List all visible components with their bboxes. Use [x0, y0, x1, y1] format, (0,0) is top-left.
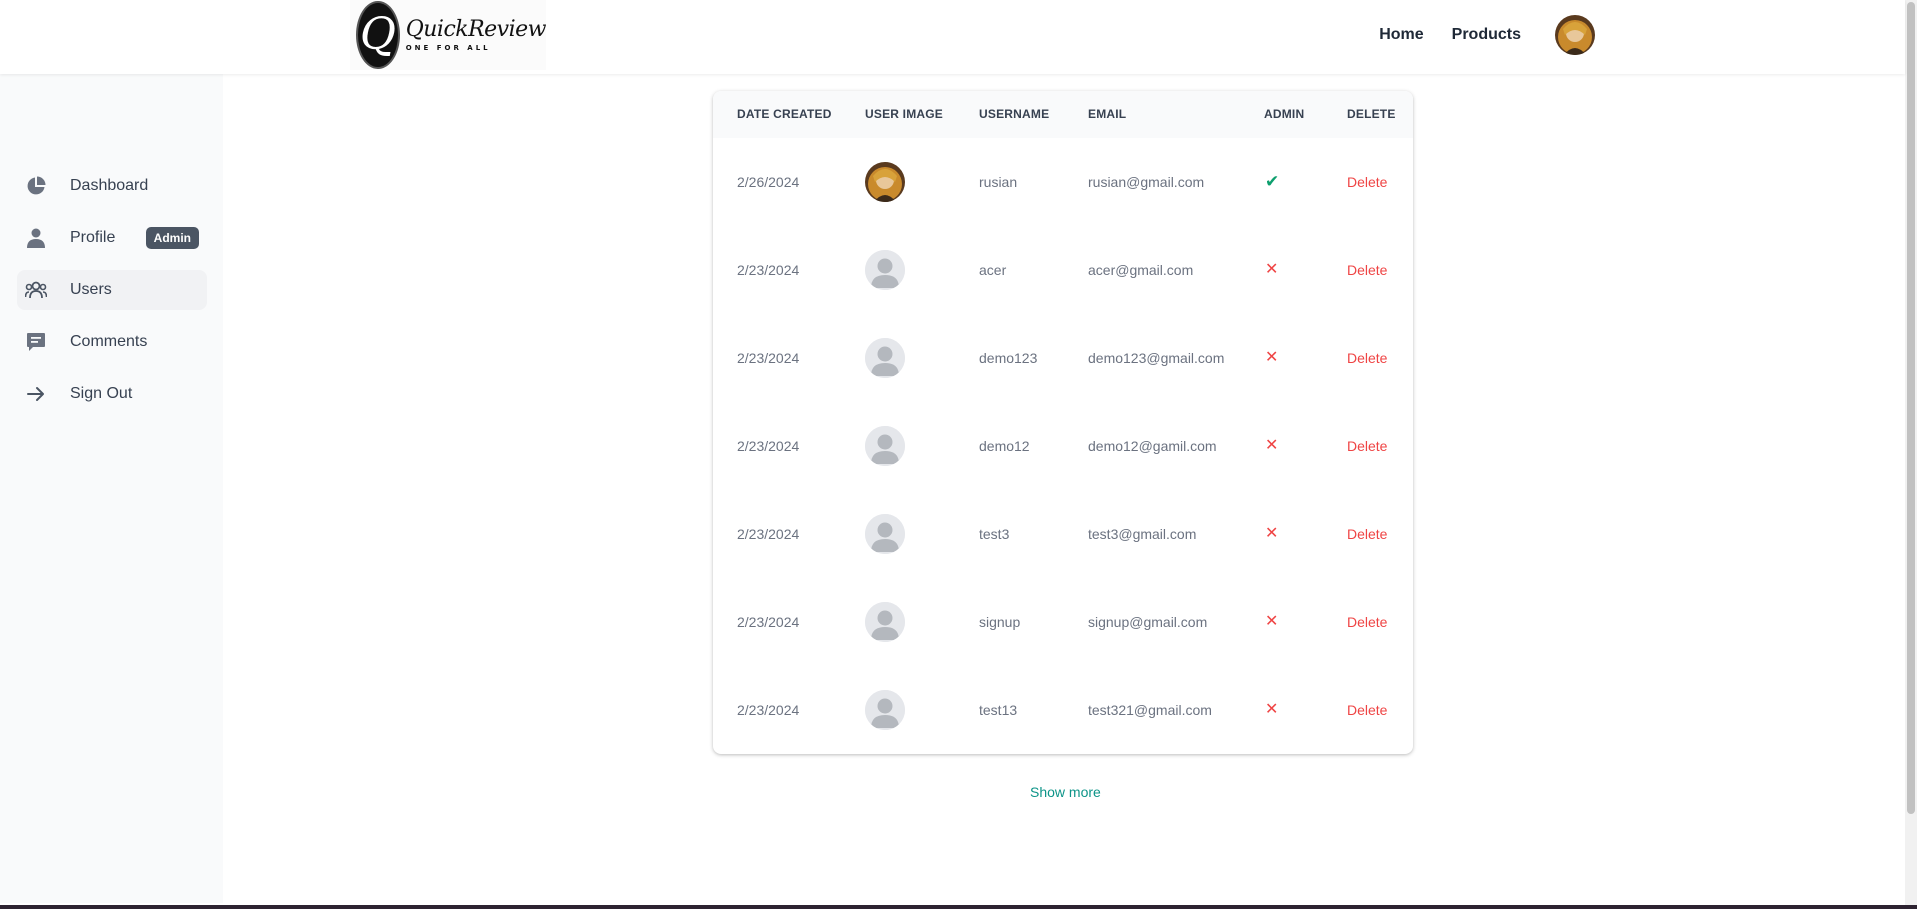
- delete-user-button[interactable]: Delete: [1347, 666, 1387, 754]
- email-cell: acer@gmail.com: [1088, 262, 1194, 278]
- delete-user-button[interactable]: Delete: [1347, 490, 1387, 578]
- date-created-cell: 2/23/2024: [737, 614, 800, 630]
- email-cell: demo123@gmail.com: [1088, 350, 1225, 366]
- table-row: 2/23/2024 acer acer@gmail.com ✕ Delete: [713, 226, 1413, 314]
- nav-home-link[interactable]: Home: [1379, 26, 1423, 44]
- user-avatar-button[interactable]: [1555, 15, 1595, 55]
- sidebar-item-label: Sign Out: [70, 385, 133, 402]
- delete-user-button[interactable]: Delete: [1347, 138, 1387, 226]
- date-created-cell: 2/23/2024: [737, 350, 800, 366]
- comment-icon: [25, 331, 47, 353]
- column-header-email: EMAIL: [1088, 107, 1127, 121]
- users-icon: [25, 279, 47, 301]
- sidebar-item-users[interactable]: Users: [17, 270, 207, 310]
- admin-cross-icon: ✕: [1265, 701, 1279, 718]
- sidebar-item-profile[interactable]: Profile Admin: [17, 218, 207, 258]
- default-avatar-icon: [865, 250, 905, 290]
- username-cell: rusian: [979, 174, 1018, 190]
- username-cell: test3: [979, 526, 1010, 542]
- delete-user-button[interactable]: Delete: [1347, 314, 1387, 402]
- table-row: 2/23/2024 signup signup@gmail.com ✕ Delete: [713, 578, 1413, 666]
- page-scrollbar[interactable]: [1905, 0, 1917, 905]
- date-created-cell: 2/23/2024: [737, 526, 800, 542]
- column-header-delete: DELETE: [1347, 107, 1396, 121]
- admin-badge: Admin: [145, 227, 199, 249]
- username-cell: demo12: [979, 438, 1030, 454]
- table-header: DATE CREATED USER IMAGE USERNAME EMAIL A…: [713, 91, 1413, 138]
- table-body: 2/26/2024 rusian rusian@gmail.com ✔ Delete 2/…: [713, 138, 1413, 754]
- sidebar-item-label: Users: [70, 281, 112, 298]
- main-nav: Home Products: [1351, 0, 1595, 70]
- logo-name: QuickReview: [405, 17, 547, 43]
- table-row: 2/23/2024 demo123 demo123@gmail.com ✕ Delete: [713, 314, 1413, 402]
- admin-cross-icon: ✕: [1265, 525, 1279, 542]
- email-cell: test321@gmail.com: [1088, 702, 1212, 718]
- site-logo[interactable]: Q QuickReview ONE FOR ALL: [350, 0, 547, 70]
- logo-badge: Q: [356, 1, 400, 69]
- user-image-cell: [865, 690, 905, 730]
- sidebar-item-sign-out[interactable]: Sign Out: [17, 374, 207, 414]
- username-cell: test13: [979, 702, 1018, 718]
- sidebar: Dashboard Profile Admin Users Comments S…: [0, 74, 223, 903]
- admin-check-icon: ✔: [1265, 172, 1280, 191]
- user-image-cell: [865, 250, 905, 290]
- sidebar-item-comments[interactable]: Comments: [17, 322, 207, 362]
- username-cell: acer: [979, 262, 1007, 278]
- column-header-user-image: USER IMAGE: [865, 107, 944, 121]
- sidebar-item-dashboard[interactable]: Dashboard: [17, 166, 207, 206]
- user-image-cell: [865, 162, 905, 202]
- date-created-cell: 2/26/2024: [737, 174, 800, 190]
- sidebar-item-label: Profile: [70, 229, 116, 246]
- default-avatar-icon: [865, 690, 905, 730]
- username-cell: demo123: [979, 350, 1038, 366]
- admin-cross-icon: ✕: [1265, 261, 1279, 278]
- delete-user-button[interactable]: Delete: [1347, 226, 1387, 314]
- bottom-edge: [0, 905, 1917, 909]
- table-row: 2/23/2024 demo12 demo12@gamil.com ✕ Delete: [713, 402, 1413, 490]
- admin-cross-icon: ✕: [1265, 613, 1279, 630]
- nav-products-link[interactable]: Products: [1452, 26, 1521, 44]
- scrollbar-thumb[interactable]: [1907, 2, 1915, 814]
- logo-letter: Q: [359, 9, 396, 60]
- column-header-username: USERNAME: [979, 107, 1050, 121]
- email-cell: rusian@gmail.com: [1088, 174, 1205, 190]
- column-header-date: DATE CREATED: [737, 107, 832, 121]
- user-icon: [25, 227, 47, 249]
- pie-chart-icon: [25, 175, 47, 197]
- default-avatar-icon: [865, 426, 905, 466]
- column-header-admin: ADMIN: [1264, 107, 1305, 121]
- email-cell: test3@gmail.com: [1088, 526, 1197, 542]
- username-cell: signup: [979, 614, 1021, 630]
- email-cell: demo12@gamil.com: [1088, 438, 1217, 454]
- date-created-cell: 2/23/2024: [737, 438, 800, 454]
- admin-cross-icon: ✕: [1265, 349, 1279, 366]
- users-table: DATE CREATED USER IMAGE USERNAME EMAIL A…: [713, 91, 1413, 754]
- logo-tagline: ONE FOR ALL: [405, 43, 491, 52]
- show-more-button[interactable]: Show more: [1030, 784, 1101, 800]
- user-image-cell: [865, 426, 905, 466]
- sidebar-item-label: Dashboard: [70, 177, 149, 194]
- date-created-cell: 2/23/2024: [737, 702, 800, 718]
- user-image-cell: [865, 602, 905, 642]
- delete-user-button[interactable]: Delete: [1347, 402, 1387, 490]
- sidebar-item-label: Comments: [70, 333, 148, 350]
- default-avatar-icon: [865, 602, 905, 642]
- avatar-image: [1555, 15, 1595, 55]
- table-row: 2/23/2024 test13 test321@gmail.com ✕ Delete: [713, 666, 1413, 754]
- admin-cross-icon: ✕: [1265, 437, 1279, 454]
- date-created-cell: 2/23/2024: [737, 262, 800, 278]
- user-image-cell: [865, 514, 905, 554]
- table-row: 2/26/2024 rusian rusian@gmail.com ✔ Delete: [713, 138, 1413, 226]
- email-cell: signup@gmail.com: [1088, 614, 1208, 630]
- arrow-right-icon: [25, 383, 47, 405]
- table-row: 2/23/2024 test3 test3@gmail.com ✕ Delete: [713, 490, 1413, 578]
- user-avatar: [865, 162, 905, 202]
- top-navbar: Q QuickReview ONE FOR ALL Home Products: [0, 0, 1905, 74]
- default-avatar-icon: [865, 514, 905, 554]
- default-avatar-icon: [865, 338, 905, 378]
- user-image-cell: [865, 338, 905, 378]
- delete-user-button[interactable]: Delete: [1347, 578, 1387, 666]
